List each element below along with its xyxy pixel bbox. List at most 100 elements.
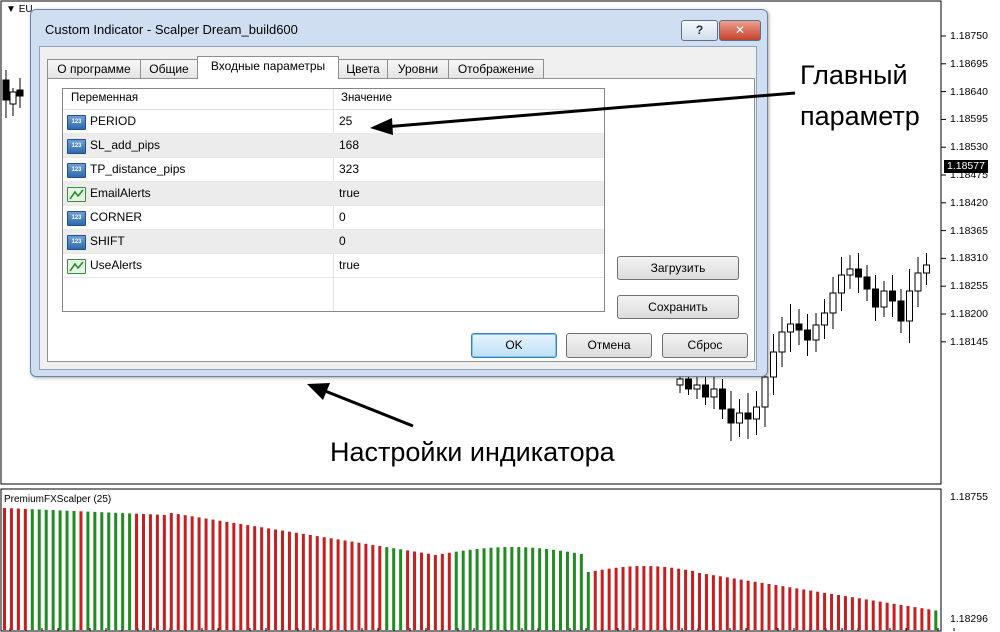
param-value[interactable]: 25 [339, 114, 352, 128]
candle-body [889, 290, 896, 302]
indicator-bar [802, 589, 806, 630]
indicator-bar [385, 547, 389, 630]
indicator-bar [413, 551, 417, 630]
indicator-bar [23, 508, 27, 630]
indicator-bar [628, 566, 632, 630]
indicator-bar [565, 551, 569, 630]
param-name: TP_distance_pips [90, 162, 186, 176]
indicator-bar [899, 604, 903, 630]
indicator-bar [878, 601, 882, 630]
candle-body [897, 300, 905, 322]
integer-icon: 123 [67, 139, 86, 154]
indicator-scale-max: 1.18755 [950, 491, 988, 503]
indicator-bar [86, 511, 90, 630]
current-price-label: 1.18577 [944, 160, 988, 173]
indicator-bar [468, 549, 472, 630]
indicator-bar [746, 580, 750, 630]
indicator-bar [677, 568, 681, 630]
indicator-bar [253, 526, 257, 630]
indicator-bar [357, 542, 361, 630]
indicator-bar [892, 603, 896, 630]
indicator-bar [211, 519, 215, 630]
indicator-bar [850, 597, 854, 630]
indicator-bar [294, 532, 298, 630]
param-row-corner[interactable]: 123 CORNER 0 [63, 206, 604, 230]
tab-common[interactable]: Общие [140, 59, 198, 78]
indicator-bar [489, 547, 493, 630]
indicator-bar [725, 577, 729, 630]
reset-button[interactable]: Сброс [662, 333, 748, 358]
help-button[interactable]: ? [681, 20, 718, 41]
candle-body [744, 412, 752, 420]
tab-about[interactable]: О программе [47, 59, 141, 78]
boolean-icon [67, 259, 86, 274]
param-value[interactable]: 168 [339, 138, 359, 152]
tab-inputs[interactable]: Входные параметры [197, 56, 339, 79]
indicator-bar [239, 524, 243, 630]
param-value[interactable]: true [339, 186, 360, 200]
indicator-bar [364, 543, 368, 630]
annotation-main-param-line1: Главный [800, 60, 908, 90]
price-tick-label: 1.18365 [950, 224, 988, 237]
indicator-scale-min: 1.18296 [950, 613, 988, 625]
indicator-bar [218, 520, 222, 630]
indicator-bar [128, 513, 132, 630]
param-row-sl-add-pips[interactable]: 123 SL_add_pips 168 [63, 134, 604, 158]
tab-levels[interactable]: Уровни [387, 59, 449, 78]
param-name: UseAlerts [90, 258, 143, 272]
save-button[interactable]: Сохранить [617, 295, 739, 319]
candle-body [838, 274, 845, 294]
param-row-tp-distance-pips[interactable]: 123 TP_distance_pips 323 [63, 158, 604, 182]
param-value[interactable]: 0 [339, 210, 346, 224]
indicator-bar [176, 514, 180, 630]
indicator-bar [642, 566, 646, 630]
indicator-bar [197, 517, 201, 630]
indicator-bar [135, 513, 139, 630]
load-button[interactable]: Загрузить [617, 256, 739, 280]
indicator-bar [711, 575, 715, 630]
param-value[interactable]: 323 [339, 162, 359, 176]
integer-icon: 123 [67, 211, 86, 226]
indicator-bar [37, 509, 41, 630]
indicator-bar [58, 510, 62, 630]
annotation-main-param-line2: параметр [800, 101, 920, 131]
candle-body [872, 288, 879, 308]
indicator-bar [656, 566, 660, 630]
indicator-bar [552, 549, 556, 630]
indicator-window-label: PremiumFXScalper (25) [4, 494, 112, 505]
param-row-shift[interactable]: 123 SHIFT 0 [63, 230, 604, 254]
param-row-email-alerts[interactable]: EmailAlerts true [63, 182, 604, 206]
candle-body [855, 268, 862, 278]
indicator-bar [871, 600, 875, 630]
candle-body [812, 324, 820, 341]
indicator-bar [336, 539, 340, 630]
header-value[interactable]: Значение [341, 92, 392, 104]
param-value[interactable]: true [339, 258, 360, 272]
candle-body [710, 388, 718, 398]
indicator-bar [350, 541, 354, 630]
ok-button[interactable]: OK [471, 333, 557, 358]
indicator-bar [79, 511, 83, 630]
header-variable[interactable]: Переменная [71, 92, 138, 104]
price-tick-label: 1.18310 [950, 252, 988, 265]
indicator-bar [433, 555, 437, 630]
price-tick-label: 1.18200 [950, 308, 988, 320]
indicator-bar [691, 570, 695, 630]
param-row-period[interactable]: 123 PERIOD 25 [63, 110, 604, 134]
close-button[interactable]: ✕ [719, 20, 761, 41]
dialog-title: Custom Indicator - Scalper Dream_build60… [45, 22, 298, 37]
cancel-button[interactable]: Отмена [566, 333, 652, 358]
param-value[interactable]: 0 [339, 234, 346, 248]
indicator-bar [545, 548, 549, 630]
indicator-bar [100, 512, 104, 630]
indicator-bar [329, 538, 333, 630]
tab-visualization[interactable]: Отображение [448, 59, 544, 78]
indicator-bar [16, 508, 20, 630]
tab-colors[interactable]: Цвета [338, 59, 388, 78]
indicator-bar [107, 512, 111, 630]
indicator-bar [843, 596, 847, 630]
indicator-bar [371, 544, 375, 630]
indicator-bar [600, 569, 604, 630]
candle-body [676, 378, 684, 386]
param-row-use-alerts[interactable]: UseAlerts true [63, 254, 604, 278]
